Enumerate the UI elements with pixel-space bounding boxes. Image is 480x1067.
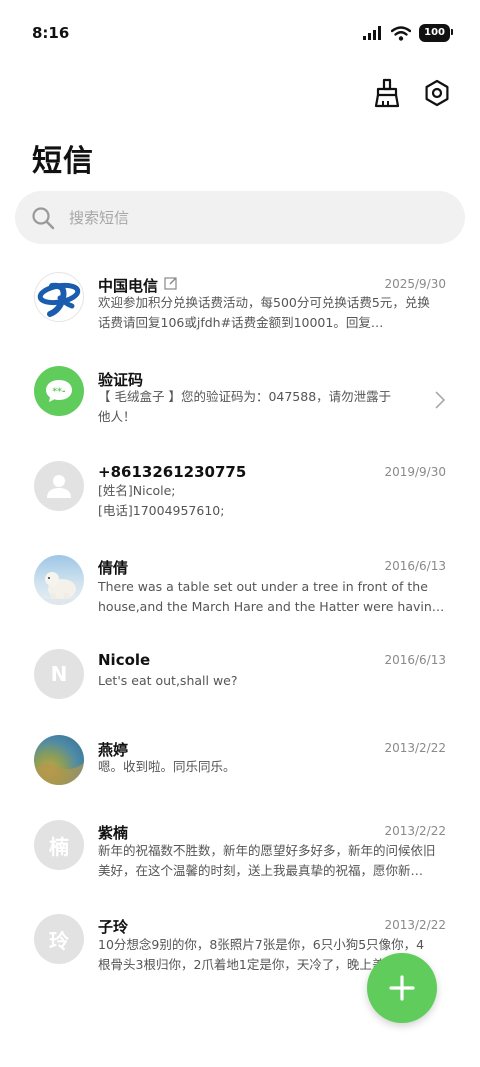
brush-icon [374, 78, 400, 108]
avatar: 玲 [34, 914, 84, 964]
list-item[interactable]: 楠 紫楠 2013/2/22 新年的祝福数不胜数，新年的愿望好多好多，新年的问候… [0, 810, 480, 904]
china-telecom-logo-icon [37, 282, 81, 317]
message-preview: 嗯。收到啦。同乐同乐。 [98, 759, 236, 774]
message-date: 2019/9/30 [384, 465, 446, 479]
avatar: N [34, 649, 84, 699]
clean-button[interactable] [370, 76, 404, 110]
message-date: 2013/2/22 [384, 918, 446, 932]
avatar [34, 461, 84, 511]
message-preview: 新年的祝福数不胜数，新年的愿望好多好多，新年的问候依旧 美好，在这个温馨的时刻，… [98, 843, 436, 878]
person-icon [47, 475, 71, 498]
message-date: 2025/9/30 [384, 277, 446, 291]
sender-name: 子玲 [98, 918, 129, 936]
sender-name: Nicole [98, 651, 151, 669]
list-item[interactable]: 燕婷 2013/2/22 嗯。收到啦。同乐同乐。 [0, 722, 480, 810]
signal-icon [363, 26, 382, 40]
list-item[interactable]: 倩倩 2016/6/13 There was a table set out u… [0, 540, 480, 634]
message-preview: Let's eat out,shall we? [98, 673, 238, 688]
message-date: 2016/6/13 [384, 559, 446, 573]
plus-icon [389, 975, 415, 1001]
status-icons: 100 [363, 24, 453, 42]
message-preview: [姓名]Nicole; [电话]17004957610; [98, 483, 225, 518]
message-preview: There was a table set out under a tree i… [98, 579, 446, 614]
landscape-photo-icon [34, 763, 84, 785]
search-icon [32, 206, 55, 229]
message-date: 2013/2/22 [384, 741, 446, 755]
battery-icon: 100 [419, 24, 453, 42]
edit-note-icon [164, 277, 177, 290]
settings-hex-icon [425, 79, 449, 107]
search-input[interactable] [67, 207, 431, 228]
list-item[interactable]: **- 验证码 【 毛绒盒子 】您的验证码为：047588，请勿泄露于 他人！ [0, 352, 480, 446]
sender-name: 紫楠 [98, 824, 129, 842]
list-item[interactable]: N Nicole 2016/6/13 Let's eat out,shall w… [0, 634, 480, 722]
avatar [34, 272, 84, 322]
message-date: 2016/6/13 [384, 653, 446, 667]
settings-button[interactable] [420, 76, 454, 110]
page-title: 短信 [32, 144, 94, 179]
message-preview: 【 毛绒盒子 】您的验证码为：047588，请勿泄露于 他人！ [98, 389, 392, 424]
status-bar: 8:16 100 [0, 0, 480, 68]
avatar: **- [34, 366, 84, 416]
avatar [34, 555, 84, 605]
sender-name: 倩倩 [98, 559, 129, 577]
list-item[interactable]: +8613261230775 2019/9/30 [姓名]Nicole; [电话… [0, 446, 480, 540]
search-bar[interactable] [15, 191, 465, 244]
avatar [34, 735, 84, 785]
message-preview: 欢迎参加积分兑换话费活动，每500分可兑换话费5元，兑换 话费请回复106或jf… [98, 295, 430, 330]
list-item[interactable]: 中国电信 2025/9/30 欢迎参加积分兑换话费活动，每500分可兑换话费5元… [0, 258, 480, 352]
verification-code-icon: **- [46, 380, 72, 402]
sender-name: +8613261230775 [98, 463, 247, 481]
chevron-right-icon[interactable] [434, 390, 446, 410]
status-time: 8:16 [32, 24, 70, 42]
new-message-button[interactable] [367, 953, 437, 1023]
avatar: 楠 [34, 820, 84, 870]
svg-text:**-: **- [52, 387, 65, 397]
message-date: 2013/2/22 [384, 824, 446, 838]
polar-bear-photo-icon [34, 572, 84, 605]
wifi-icon [391, 25, 412, 41]
header-actions [370, 76, 454, 110]
